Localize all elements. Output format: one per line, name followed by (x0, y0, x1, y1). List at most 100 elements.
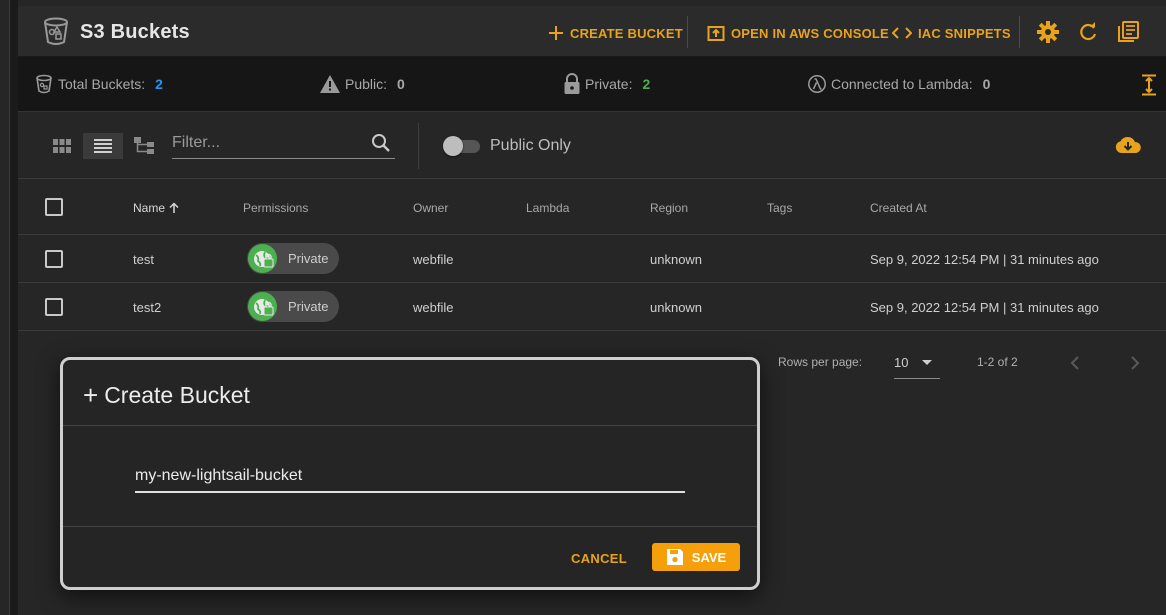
column-header-lambda[interactable]: Lambda (526, 201, 569, 215)
create-bucket-button[interactable]: CREATE BUCKET (548, 23, 683, 43)
private-value: 2 (642, 76, 651, 92)
column-name-label: Name (133, 201, 166, 215)
dialog-body (63, 427, 757, 527)
open-aws-console-label: OPEN IN AWS CONSOLE (731, 25, 889, 41)
lambda-icon (807, 74, 827, 94)
table-header-row: Name Permissions Owner Lambda Region Tag… (18, 180, 1166, 235)
plus-icon: + (83, 380, 99, 410)
page-title: S3 Buckets (80, 21, 190, 43)
owner-cell: webfile (413, 300, 454, 315)
dialog-header: + Create Bucket (63, 360, 757, 426)
select-all-checkbox[interactable] (45, 198, 63, 216)
row-checkbox[interactable] (45, 298, 63, 316)
code-icon (892, 27, 912, 39)
rows-per-page-label: Rows per page: (778, 355, 863, 369)
stat-private: Private: 2 (563, 73, 650, 95)
owner-cell: webfile (413, 252, 454, 267)
pagination-range: 1-2 of 2 (977, 355, 1018, 369)
dialog-title: + Create Bucket (83, 380, 250, 411)
open-in-new-icon (707, 26, 725, 41)
bucket-icon (34, 74, 54, 94)
tree-icon (134, 137, 154, 154)
bucket-logo-icon (44, 17, 68, 45)
filter-field[interactable] (172, 129, 395, 159)
permission-chip: Private (247, 243, 339, 274)
chevron-left-icon[interactable] (1066, 353, 1086, 373)
permission-label: Private (288, 251, 329, 266)
list-icon (94, 139, 112, 153)
rows-per-page-value: 10 (894, 355, 909, 370)
created-at-cell: Sep 9, 2022 12:54 PM | 31 minutes ago (870, 300, 1099, 315)
column-header-created-at[interactable]: Created At (870, 201, 927, 215)
public-lock-icon (248, 244, 277, 273)
search-icon[interactable] (371, 133, 391, 153)
permission-label: Private (288, 299, 329, 314)
dialog-title-text: Create Bucket (104, 382, 250, 408)
lambda-value: 0 (982, 76, 991, 92)
lock-icon (563, 73, 581, 95)
public-value: 0 (397, 76, 405, 92)
tree-view-button[interactable] (124, 133, 164, 159)
table-row[interactable]: test Private webfile unknown Sep 9, 2022… (18, 235, 1166, 283)
create-bucket-label: CREATE BUCKET (570, 25, 683, 41)
region-cell: unknown (650, 300, 703, 315)
permission-chip: Private (247, 291, 339, 322)
page-header: S3 Buckets CREATE BUCKET OPEN IN AWS CON… (18, 6, 1166, 57)
bucket-name: test (133, 252, 154, 267)
gear-icon[interactable] (1036, 20, 1060, 44)
stat-lambda: Connected to Lambda: 0 (807, 73, 990, 95)
toolbar-divider (418, 123, 419, 169)
column-header-name[interactable]: Name (133, 201, 180, 215)
library-books-icon[interactable] (1116, 20, 1140, 44)
stat-total-buckets: Total Buckets: 2 (34, 73, 163, 95)
save-label: SAVE (691, 549, 727, 565)
table-row[interactable]: test2 Private webfile unknown Sep 9, 202… (18, 283, 1166, 331)
caret-down-icon (922, 360, 932, 365)
private-label: Private: (585, 76, 633, 92)
header-divider (687, 16, 688, 48)
lambda-label: Connected to Lambda: (831, 76, 973, 92)
column-header-region[interactable]: Region (650, 201, 688, 215)
warning-icon (319, 74, 341, 94)
filter-input[interactable] (172, 129, 362, 157)
grid-icon (53, 139, 71, 153)
buckets-table: Name Permissions Owner Lambda Region Tag… (18, 180, 1166, 331)
public-only-toggle[interactable] (443, 136, 481, 156)
arrow-up-icon (169, 202, 179, 213)
row-checkbox[interactable] (45, 250, 63, 268)
chevron-right-icon[interactable] (1124, 353, 1144, 373)
region-cell: unknown (650, 252, 703, 267)
header-divider (1019, 16, 1020, 48)
total-buckets-value: 2 (155, 76, 163, 92)
public-lock-icon (248, 292, 277, 321)
save-button[interactable]: SAVE (652, 543, 740, 571)
refresh-icon[interactable] (1076, 20, 1100, 44)
expand-vertical-icon[interactable] (1141, 74, 1157, 96)
create-bucket-dialog: + Create Bucket CANCEL SAVE (60, 357, 760, 590)
iac-snippets-button[interactable]: IAC SNIPPETS (892, 23, 1011, 43)
plus-icon (549, 26, 563, 40)
grid-view-button[interactable] (42, 133, 82, 159)
cloud-download-icon[interactable] (1114, 135, 1142, 155)
bucket-name: test2 (133, 300, 162, 315)
created-at-cell: Sep 9, 2022 12:54 PM | 31 minutes ago (870, 252, 1099, 267)
column-header-tags[interactable]: Tags (767, 201, 792, 215)
bucket-name-input[interactable] (135, 463, 685, 489)
bucket-name-field[interactable] (135, 463, 685, 493)
open-aws-console-button[interactable]: OPEN IN AWS CONSOLE (707, 23, 889, 43)
list-view-button[interactable] (83, 133, 123, 159)
panel-gutter (11, 0, 18, 615)
table-toolbar: Public Only (18, 113, 1166, 179)
stats-bar: Total Buckets: 2 Public: 0 Private: 2 Co… (18, 57, 1166, 112)
rows-per-page-select[interactable]: 10 (894, 352, 940, 379)
public-label: Public: (345, 76, 388, 92)
column-header-owner[interactable]: Owner (413, 201, 448, 215)
left-panel-edge (0, 0, 10, 615)
total-buckets-label: Total Buckets: (58, 76, 146, 92)
stat-public: Public: 0 (319, 73, 405, 95)
cancel-button[interactable]: CANCEL (563, 547, 635, 570)
toggle-knob (443, 136, 463, 156)
iac-snippets-label: IAC SNIPPETS (918, 25, 1011, 41)
public-only-label: Public Only (490, 137, 571, 154)
column-header-permissions[interactable]: Permissions (243, 201, 308, 215)
